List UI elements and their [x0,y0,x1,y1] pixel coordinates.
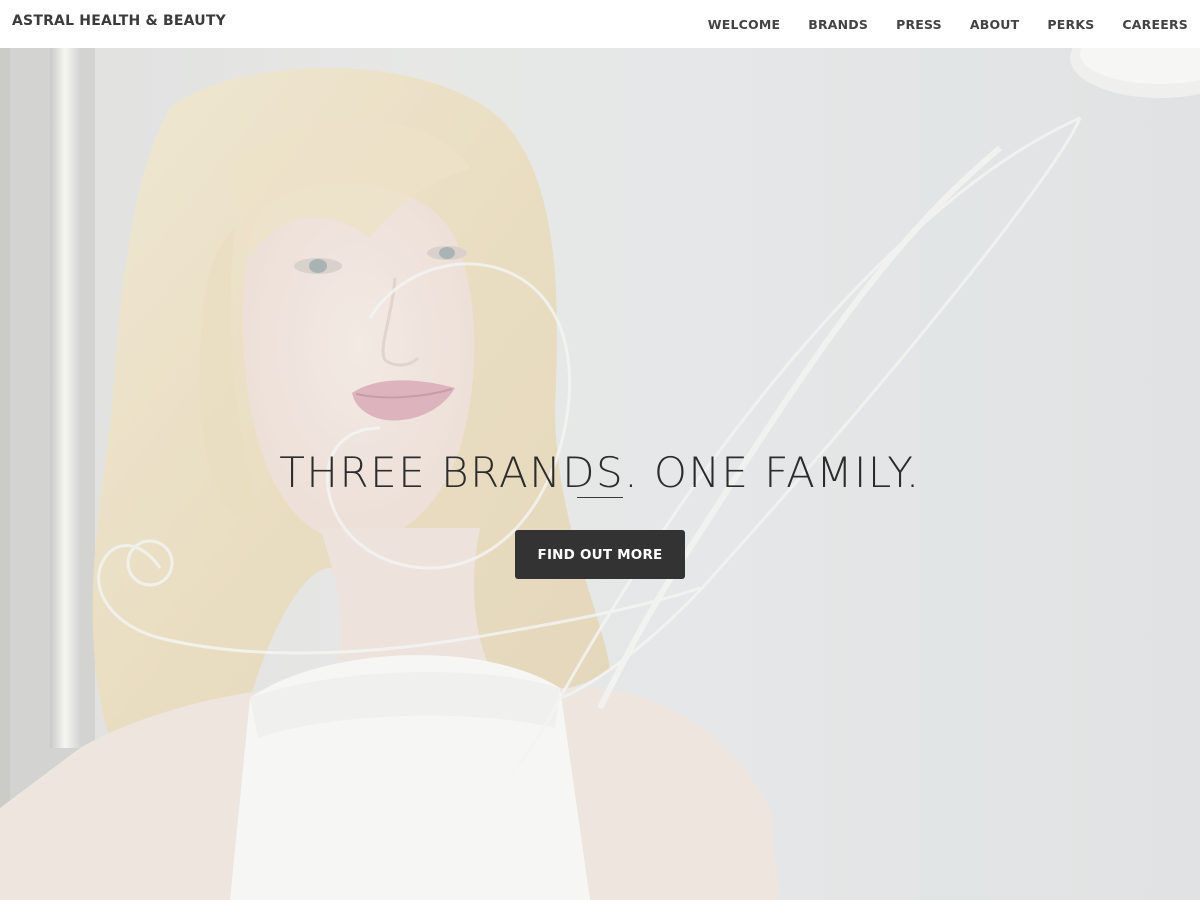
brand-logo-link[interactable]: ASTRAL HEALTH & BEAUTY [12,13,226,29]
nav-item-perks[interactable]: PERKS [1047,17,1094,32]
page: ASTRAL HEALTH & BEAUTY WELCOME BRANDS PR… [0,0,1200,900]
nav-item-about[interactable]: ABOUT [970,17,1020,32]
nav-item-careers[interactable]: CAREERS [1122,17,1188,32]
find-out-more-button[interactable]: FIND OUT MORE [515,530,685,579]
hero-section: THREE BRANDS. ONE FAMILY. FIND OUT MORE [0,48,1200,900]
nav-item-brands[interactable]: BRANDS [808,17,868,32]
site-header: ASTRAL HEALTH & BEAUTY WELCOME BRANDS PR… [0,0,1200,48]
nav-item-press[interactable]: PRESS [896,17,942,32]
headline-divider [577,497,623,498]
hero-headline: THREE BRANDS. ONE FAMILY. [279,448,921,498]
nav-item-welcome[interactable]: WELCOME [708,17,780,32]
main-nav: WELCOME BRANDS PRESS ABOUT PERKS CAREERS [708,0,1188,48]
